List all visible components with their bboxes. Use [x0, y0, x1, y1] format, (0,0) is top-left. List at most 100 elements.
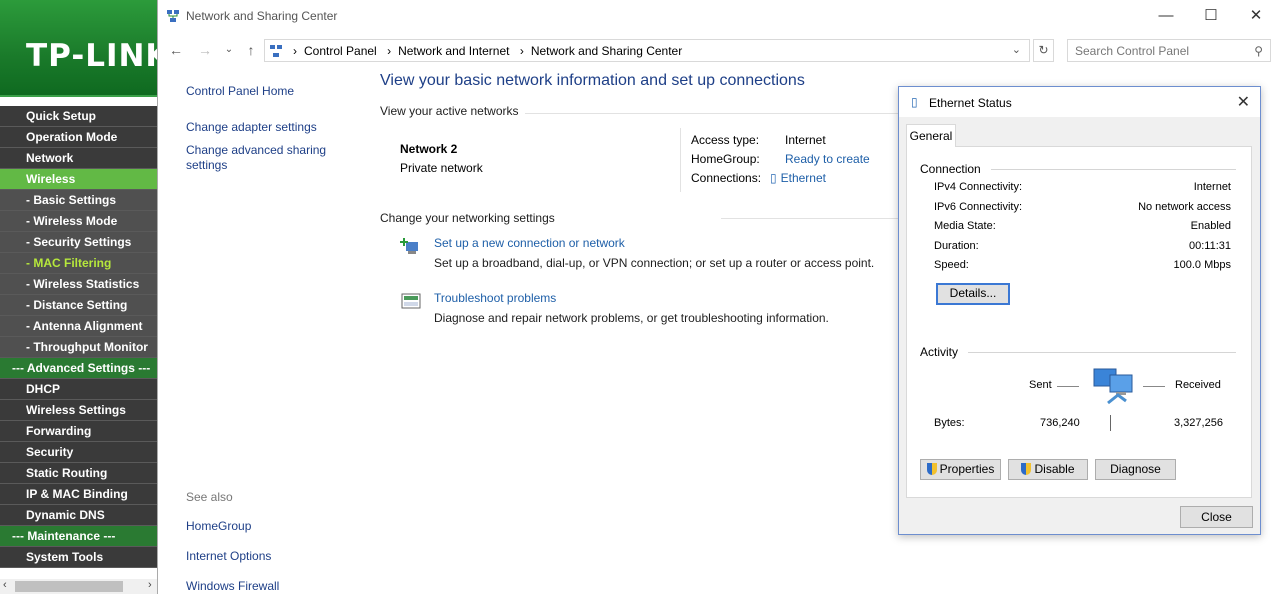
refresh-icon[interactable]: ↻ [1033, 39, 1054, 62]
disable-button[interactable]: Disable [1008, 459, 1088, 480]
tplink-menu-item[interactable]: --- Maintenance --- [0, 526, 157, 547]
main-content: View your basic network information and … [380, 72, 900, 118]
page-heading: View your basic network information and … [380, 72, 805, 89]
see-also-section: See also HomeGroup Internet Options Wind… [186, 490, 279, 602]
tplink-menu-item[interactable]: Operation Mode [0, 127, 157, 148]
address-bar[interactable]: › Control Panel › Network and Internet › Ne… [264, 39, 1030, 62]
divider [721, 218, 901, 219]
search-input[interactable]: Search Control Panel ⚲ [1067, 39, 1271, 62]
tplink-menu-item[interactable]: Wireless Settings [0, 400, 157, 421]
breadcrumb: › Control Panel › Network and Internet › Ne… [293, 44, 689, 58]
window-title: Network and Sharing Center [186, 9, 338, 23]
homegroup-link[interactable]: Ready to create [785, 152, 870, 166]
breadcrumb-sharing-center[interactable]: Network and Sharing Center [531, 44, 682, 58]
connection-detail-value: No network access [1138, 200, 1231, 213]
network-center-icon [167, 10, 179, 22]
breadcrumb-control-panel[interactable]: Control Panel [304, 44, 377, 58]
back-arrow-icon[interactable]: ← [167, 40, 185, 60]
tplink-menu-item[interactable]: - MAC Filtering [0, 253, 157, 274]
troubleshoot-link[interactable]: Troubleshoot problems [434, 291, 556, 305]
connection-detail-value: Enabled [1190, 220, 1231, 232]
up-arrow-icon[interactable]: ↑ [242, 40, 260, 60]
address-dropdown-icon[interactable]: ⌄ [1012, 43, 1021, 56]
connection-group-label: Connection [920, 162, 981, 176]
tplink-menu-item[interactable]: --- Advanced Settings --- [0, 358, 157, 379]
minimize-icon[interactable]: — [1143, 4, 1189, 28]
dialog-close-icon[interactable]: ✕ [1237, 92, 1250, 112]
setup-connection-link[interactable]: Set up a new connection or network [434, 236, 625, 250]
tplink-menu-item[interactable]: Network [0, 148, 157, 169]
tplink-menu-item[interactable]: Dynamic DNS [0, 505, 157, 526]
tplink-menu-item[interactable]: System Tools [0, 547, 157, 568]
breadcrumb-separator-icon: › [293, 44, 297, 58]
tplink-menu-item[interactable]: - Distance Setting [0, 295, 157, 316]
divider [525, 113, 900, 114]
divider [991, 169, 1236, 170]
close-button[interactable]: Close [1180, 506, 1253, 528]
breadcrumb-network-internet[interactable]: Network and Internet [398, 44, 509, 58]
tplink-banner: TP-LINK [0, 0, 157, 95]
tplink-menu-item[interactable]: - Throughput Monitor [0, 337, 157, 358]
tplink-menu-item[interactable]: - Basic Settings [0, 190, 157, 211]
tplink-admin-panel: TP-LINK Quick Setup Operation Mode Network… [0, 0, 157, 594]
diagnose-button[interactable]: Diagnose [1095, 459, 1176, 480]
network-activity-icon [1093, 368, 1133, 405]
change-adapter-settings-link[interactable]: Change adapter settings [186, 120, 376, 135]
close-icon[interactable]: ✕ [1233, 4, 1277, 28]
search-icon[interactable]: ⚲ [1254, 44, 1263, 58]
tab-general[interactable]: General [906, 124, 956, 147]
maximize-icon[interactable]: ☐ [1188, 4, 1234, 28]
homegroup-see-also-link[interactable]: HomeGroup [186, 519, 279, 534]
forward-arrow-icon[interactable]: → [196, 40, 214, 60]
tplink-menu-item[interactable]: Quick Setup [0, 106, 157, 127]
properties-button[interactable]: Properties [920, 459, 1001, 480]
bytes-received-value: 3,327,256 [1174, 417, 1223, 429]
recent-pages-chevron-icon[interactable]: ⌄ [220, 40, 238, 60]
connection-detail-label: Duration: [934, 239, 979, 252]
tplink-logo: TP-LINK [26, 38, 157, 74]
details-button[interactable]: Details... [936, 283, 1010, 305]
control-panel-home-link[interactable]: Control Panel Home [186, 84, 376, 99]
tplink-menu-item[interactable]: - Wireless Statistics [0, 274, 157, 295]
troubleshoot-description: Diagnose and repair network problems, or… [434, 311, 829, 325]
scroll-right-icon[interactable]: › [148, 579, 152, 591]
tplink-menu-item[interactable]: - Antenna Alignment [0, 316, 157, 337]
tplink-menu-item[interactable]: IP & MAC Binding [0, 484, 157, 505]
access-type-value: Internet [785, 133, 826, 147]
horizontal-scrollbar[interactable]: ‹ › [0, 579, 157, 594]
new-connection-icon [400, 238, 418, 254]
setup-connection-description: Set up a broadband, dial-up, or VPN conn… [434, 256, 875, 270]
internet-options-link[interactable]: Internet Options [186, 549, 279, 564]
tplink-menu-item[interactable]: Security [0, 442, 157, 463]
active-networks-heading: View your active networks [380, 104, 519, 118]
ethernet-status-dialog: ▯ Ethernet Status ✕ General Connection I… [898, 86, 1261, 535]
scroll-left-icon[interactable]: ‹ [3, 579, 7, 591]
access-type-label: Access type: [691, 133, 760, 147]
divider [968, 352, 1236, 353]
see-also-heading: See also [186, 490, 233, 504]
tplink-menu-item[interactable]: Forwarding [0, 421, 157, 442]
tplink-menu-item[interactable]: - Security Settings [0, 232, 157, 253]
uac-shield-icon [1021, 463, 1032, 475]
bytes-label: Bytes: [934, 417, 965, 429]
breadcrumb-separator-icon: › [519, 44, 524, 58]
ethernet-plug-icon: ▯ [770, 171, 777, 185]
tplink-menu-item[interactable]: Static Routing [0, 463, 157, 484]
search-placeholder: Search Control Panel [1075, 44, 1190, 58]
tplink-menu-item[interactable]: Wireless [0, 169, 157, 190]
dialog-title: Ethernet Status [929, 96, 1012, 110]
received-label: Received [1175, 379, 1221, 391]
tplink-menu-item[interactable]: DHCP [0, 379, 157, 400]
uac-shield-icon [926, 463, 937, 475]
ethernet-connection-link[interactable]: ▯ Ethernet [770, 171, 826, 185]
left-task-pane: Control Panel Home Change adapter settin… [186, 84, 376, 173]
tplink-menu-item[interactable]: - Wireless Mode [0, 211, 157, 232]
windows-firewall-link[interactable]: Windows Firewall [186, 579, 279, 594]
connection-detail-label: Media State: [934, 220, 996, 232]
connection-detail-value: Internet [1193, 181, 1231, 193]
network-type: Private network [400, 161, 483, 175]
control-panel-icon [270, 45, 282, 57]
connection-detail-label: Speed: [934, 259, 969, 271]
scrollbar-thumb[interactable] [15, 581, 123, 592]
change-sharing-settings-link[interactable]: Change advanced sharing settings [186, 143, 336, 173]
